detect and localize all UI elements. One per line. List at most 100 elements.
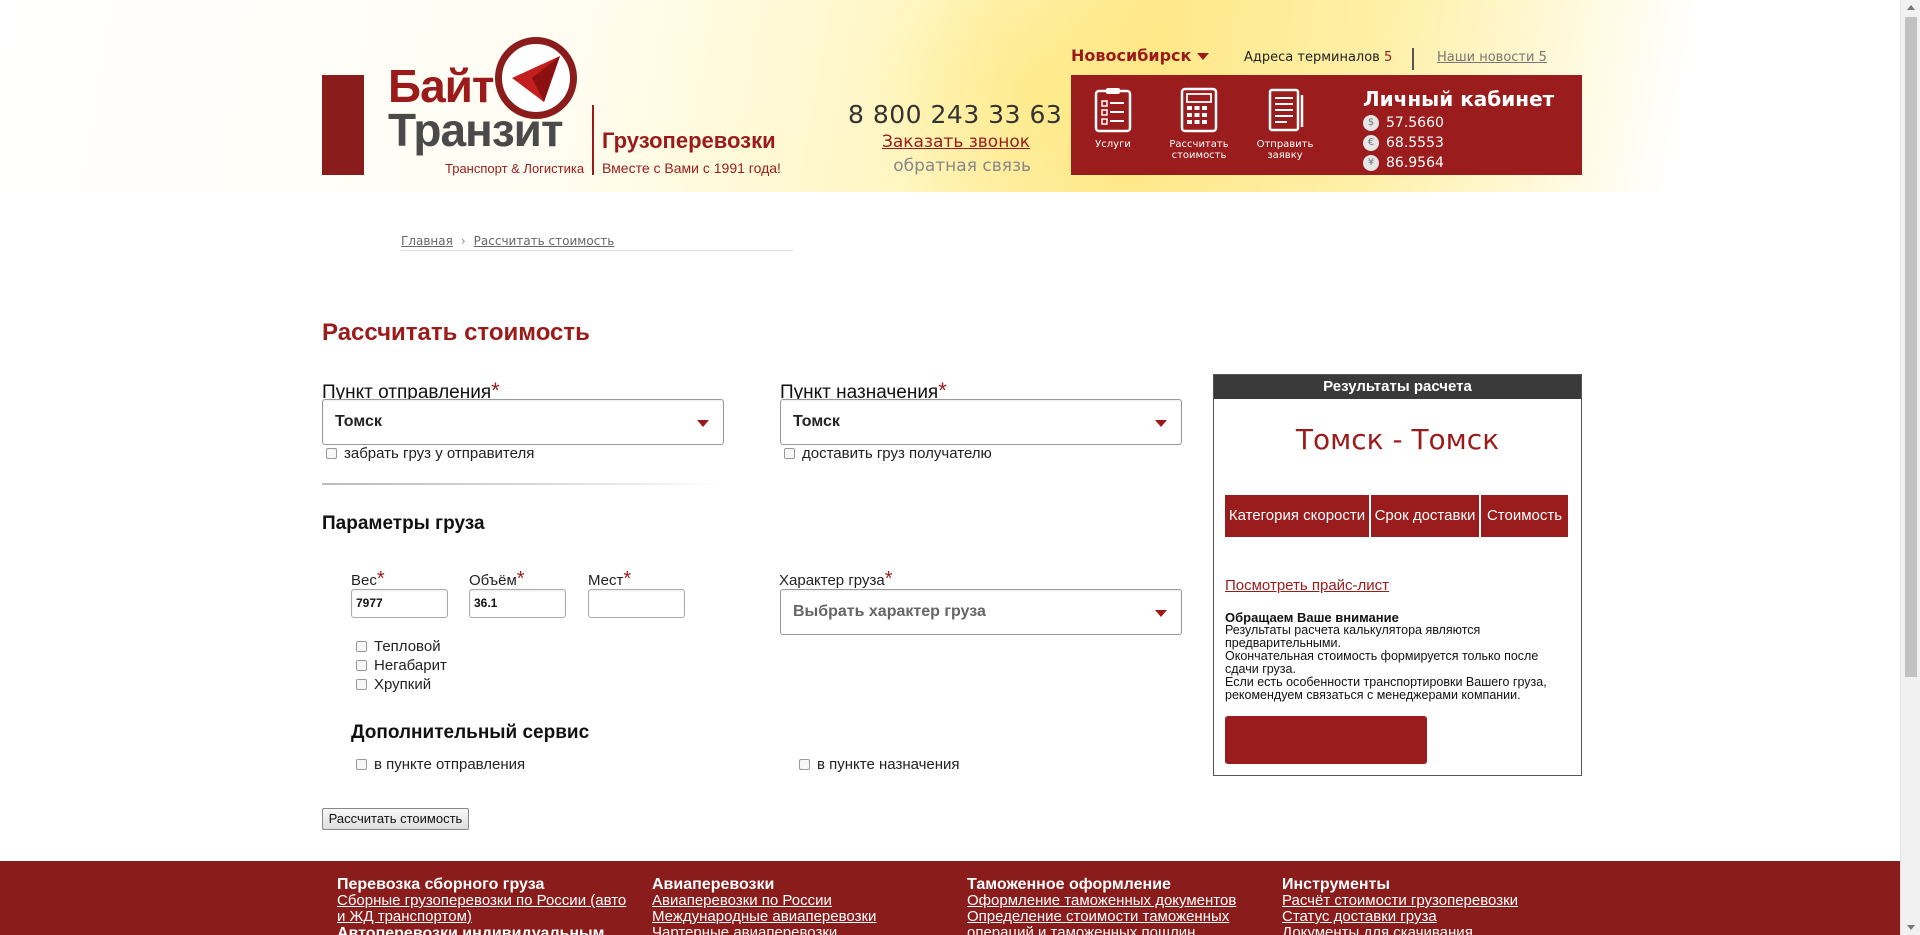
scroll-up-arrow-icon[interactable] [1907,5,1915,10]
top-separator [1412,48,1414,70]
results-title: Результаты расчета [1214,375,1581,399]
extra-origin-label: в пункте отправления [374,756,526,773]
callback-link[interactable]: Заказать звонок [882,132,1030,152]
pickup-checkbox[interactable] [326,448,337,459]
places-input[interactable] [588,589,685,618]
calculate-tool[interactable]: Рассчитать стоимость [1157,87,1241,161]
required-mark: * [376,568,385,590]
footer-heading: Инструменты [1282,876,1391,893]
chevron-down-icon [1197,53,1210,60]
footer-link[interactable]: Оформление таможенных документов [967,893,1267,909]
personal-cabinet-link[interactable]: Личный кабинет [1363,87,1554,111]
cargo-type-placeholder: Выбрать характер груза [793,603,986,620]
column-speed-category: Категория скорости [1225,495,1369,537]
fragile-checkbox[interactable] [356,679,367,690]
breadcrumb: Главная › Рассчитать стоимость [401,234,793,251]
footer-link[interactable]: Статус доставки груза [1282,909,1582,925]
extra-origin-checkbox[interactable] [356,759,367,770]
cargo-type-label-text: Характер груза [779,572,885,589]
places-label-text: Мест [588,572,624,589]
footer-col-tools: Инструменты Расчёт стоимости грузоперево… [1282,876,1582,935]
extra-destination-checkbox[interactable] [799,759,810,770]
rate-eur: €68.5553 [1363,135,1444,151]
required-mark: * [516,568,525,590]
footer-link[interactable]: Авиаперевозки по России [652,893,952,909]
calculate-tool-label: Рассчитать стоимость [1169,139,1229,161]
weight-label-text: Вес [351,572,377,589]
column-delivery-time: Срок доставки [1371,495,1479,537]
footer-link[interactable]: Документы для скачивания [1282,925,1582,935]
yuan-coin-icon: ¥ [1363,155,1379,171]
send-request-tool-label: Отправить заявку [1256,139,1314,161]
terminals-count: 5 [1384,50,1393,65]
calculator-icon [1180,87,1218,133]
weight-input[interactable]: 7977 [351,589,448,618]
scroll-thumb[interactable] [1905,17,1917,677]
footer-link[interactable]: Расчёт стоимости грузоперевозки [1282,893,1582,909]
scroll-down-arrow-icon[interactable] [1907,925,1915,930]
extra-at-origin[interactable]: в пункте отправления [356,756,525,773]
calculate-button[interactable]: Рассчитать стоимость [322,808,469,830]
pickup-option[interactable]: забрать груз у отправителя [326,445,534,462]
document-form-icon [1268,88,1304,132]
cargo-params-title: Параметры груза [322,513,485,534]
news-link[interactable]: Наши новости 5 [1437,50,1547,65]
footer-heading: Перевозка сборного груза [337,876,545,893]
oversized-checkbox[interactable] [356,660,367,671]
destination-select[interactable]: Томск [780,399,1182,445]
footer-link[interactable]: Сборные грузоперевозки по России (авто и… [337,893,637,925]
volume-input[interactable]: 36.1 [469,589,566,618]
extra-service-title: Дополнительный сервис [351,722,590,743]
option-fragile[interactable]: Хрупкий [356,676,431,693]
breadcrumb-home[interactable]: Главная [401,234,453,248]
thermal-checkbox[interactable] [356,641,367,652]
dollar-coin-icon: $ [1363,115,1379,131]
option-oversized[interactable]: Негабарит [356,657,447,674]
results-panel: Результаты расчета Томск - Томск Категор… [1213,374,1582,776]
feedback-link[interactable]: обратная связь [893,156,1031,176]
page-scrollbar[interactable] [1900,0,1920,935]
rate-cny: ¥86.9564 [1363,155,1444,171]
footer-link[interactable]: Международные авиаперевозки [652,909,952,925]
deliver-checkbox[interactable] [784,448,795,459]
route-title: Томск - Томск [1295,423,1500,456]
destination-select-value: Томск [793,413,840,430]
rate-eur-value: 68.5553 [1386,135,1444,151]
extra-destination-label: в пункте назначения [817,756,960,773]
phone-number[interactable]: 8 800 243 33 63 [848,100,1062,129]
send-request-tool[interactable]: Отправить заявку [1243,87,1327,161]
logo-since: Вместе с Вами с 1991 года! [602,160,781,176]
extra-at-destination[interactable]: в пункте назначения [799,756,960,773]
footer-link[interactable]: Определение стоимости таможенных операци… [967,909,1267,935]
footer-link[interactable]: Чартерные авиаперевозки [652,925,952,935]
footer-heading: Таможенное оформление [967,876,1171,893]
notice-line: Окончательная стоимость формируется толь… [1225,649,1539,676]
site-header: Байт Транзит Транспорт & Логистика Грузо… [0,0,1900,192]
logo-divider [592,105,594,175]
pricelist-link[interactable]: Посмотреть прайс-лист [1225,577,1389,594]
services-tool[interactable]: Услуги [1071,87,1155,150]
fragile-label: Хрупкий [374,676,432,693]
column-price: Стоимость [1481,495,1568,537]
origin-select[interactable]: Томск [322,399,724,445]
logo-word-tranzit[interactable]: Транзит [388,106,563,154]
origin-select-value: Томск [335,413,382,430]
terminals-link[interactable]: Адреса терминалов 5 [1244,50,1392,65]
breadcrumb-current[interactable]: Рассчитать стоимость [474,234,615,248]
option-thermal[interactable]: Тепловой [356,638,441,655]
footer-col-air: Авиаперевозки Авиаперевозки по России Ме… [652,876,952,935]
order-button[interactable] [1225,716,1427,764]
notice-line: Если есть особенности транспортировки Ва… [1225,675,1547,702]
logo-tagline: Транспорт & Логистика [445,161,585,176]
deliver-option[interactable]: доставить груз получателю [784,445,992,462]
rate-cny-value: 86.9564 [1386,155,1444,171]
logo-word-bait[interactable]: Байт [388,62,494,110]
services-tool-label: Услуги [1095,139,1131,150]
footer-heading[interactable]: Автоперевозки индивидуальным [337,925,637,935]
cargo-type-select[interactable]: Выбрать характер груза [780,589,1182,635]
deliver-label: доставить груз получателю [802,445,992,462]
logo-service: Грузоперевозки [602,128,776,153]
oversized-label: Негабарит [374,657,447,674]
breadcrumb-separator: › [460,234,466,248]
city-selector[interactable]: Новосибирск [1071,46,1210,65]
